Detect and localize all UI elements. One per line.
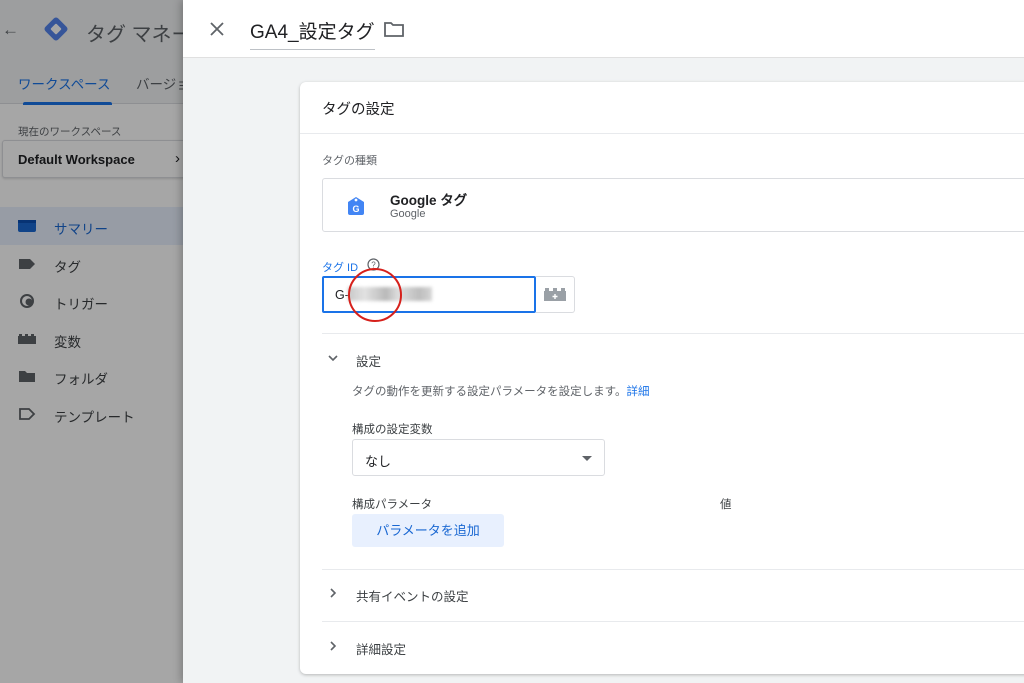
settings-description: タグの動作を更新する設定パラメータを設定します。詳細 [352, 383, 650, 399]
divider [300, 133, 1024, 134]
settings-section-title: 設定 [356, 355, 382, 369]
shared-events-title: 共有イベントの設定 [356, 590, 469, 604]
tag-type-selector[interactable]: G Google タグ Google [322, 178, 1024, 232]
tag-editor-panel: GA4_設定タグ タグの設定 タグの種類 G Google タグ Google … [183, 0, 1024, 683]
close-icon[interactable] [205, 17, 229, 41]
settings-section-toggle[interactable]: 設定 [322, 347, 622, 371]
modal-scrim[interactable] [0, 0, 183, 683]
divider [322, 333, 1024, 334]
settings-description-text: タグの動作を更新する設定パラメータを設定します。 [352, 386, 627, 398]
config-variable-select[interactable]: なし [352, 439, 605, 476]
tag-type-vendor: Google [390, 208, 426, 220]
tag-type-label: タグの種類 [322, 155, 377, 167]
tag-type-name: Google タグ [390, 193, 468, 208]
add-parameter-button[interactable]: パラメータを追加 [352, 514, 504, 547]
divider [322, 569, 1024, 570]
panel-header: GA4_設定タグ [183, 0, 1024, 58]
value-column-label: 値 [720, 499, 732, 511]
shared-events-section-toggle[interactable]: 共有イベントの設定 [322, 582, 722, 606]
google-tag-icon: G [348, 197, 364, 215]
insert-variable-button[interactable] [536, 276, 575, 313]
dropdown-caret-icon [582, 456, 592, 461]
tag-name-field[interactable]: GA4_設定タグ [250, 17, 375, 50]
svg-text:G: G [352, 204, 359, 214]
gtm-app-background: ← タグ マネージャー ワークスペース バージョン 現在のワークスペース Def… [0, 0, 183, 683]
highlight-circle-annotation [348, 268, 402, 322]
chevron-right-icon [330, 641, 337, 651]
chevron-down-icon [328, 355, 338, 362]
folder-icon[interactable] [383, 20, 405, 38]
chevron-right-icon [330, 588, 337, 598]
config-variable-value: なし [365, 454, 392, 469]
card-title: タグの設定 [322, 102, 395, 118]
advanced-settings-title: 詳細設定 [356, 643, 407, 657]
divider [322, 621, 1024, 622]
tag-id-value: G- [335, 288, 349, 302]
variable-icon [544, 288, 566, 301]
config-variable-label: 構成の設定変数 [352, 424, 433, 436]
tag-configuration-card: タグの設定 タグの種類 G Google タグ Google タグ ID ? G… [300, 82, 1024, 674]
tag-id-label: タグ ID [322, 262, 359, 274]
details-link[interactable]: 詳細 [627, 386, 650, 398]
config-params-label: 構成パラメータ [352, 499, 433, 511]
advanced-settings-section-toggle[interactable]: 詳細設定 [322, 635, 722, 659]
